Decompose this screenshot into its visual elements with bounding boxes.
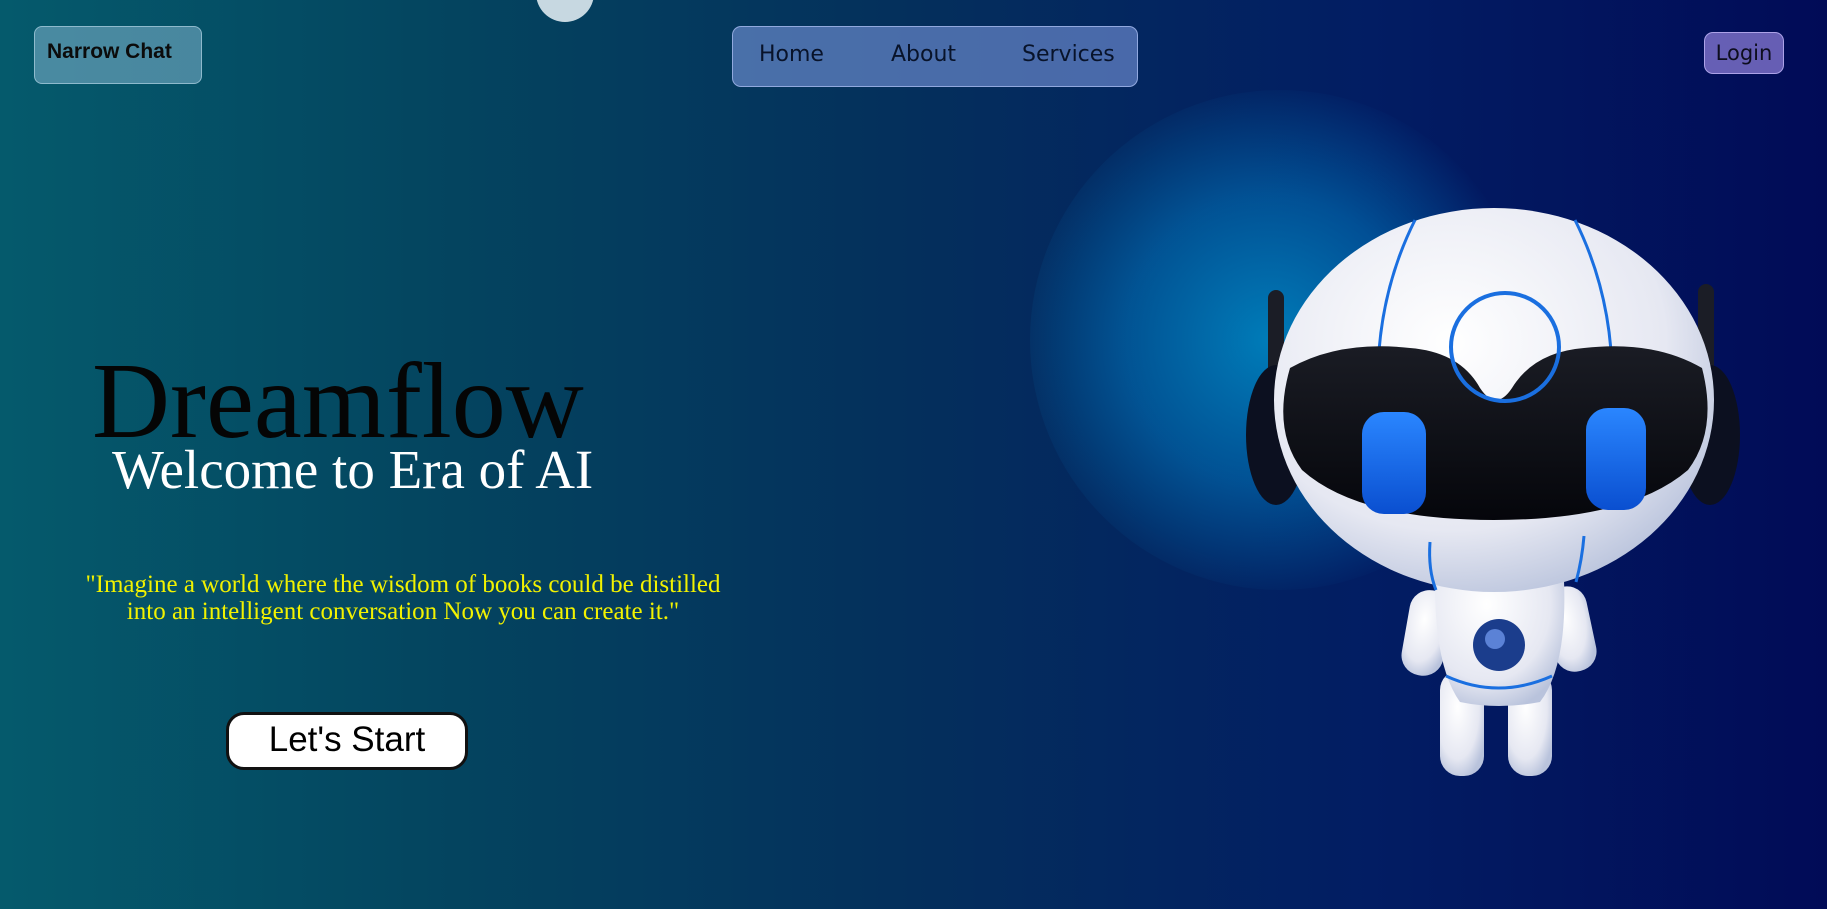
- hero-subtitle: Welcome to Era of AI: [112, 439, 594, 500]
- nav-about-link[interactable]: About: [891, 42, 956, 67]
- robot-icon: [1246, 208, 1740, 776]
- brand-logo-button[interactable]: Narrow Chat: [34, 26, 202, 84]
- lets-start-button[interactable]: Let's Start: [226, 712, 468, 770]
- login-button[interactable]: Login: [1704, 32, 1784, 74]
- quote-line-1: "Imagine a world where the wisdom of boo…: [85, 571, 721, 598]
- nav-services-link[interactable]: Services: [1022, 42, 1115, 67]
- hero-quote: "Imagine a world where the wisdom of boo…: [40, 571, 766, 625]
- main-nav: Home About Services: [732, 26, 1138, 87]
- robot-left-eye: [1362, 412, 1426, 514]
- nav-home-link[interactable]: Home: [759, 42, 824, 67]
- decorative-circle: [536, 0, 594, 22]
- robot-right-eye: [1586, 408, 1646, 510]
- quote-line-2: into an intelligent conversation Now you…: [126, 598, 680, 625]
